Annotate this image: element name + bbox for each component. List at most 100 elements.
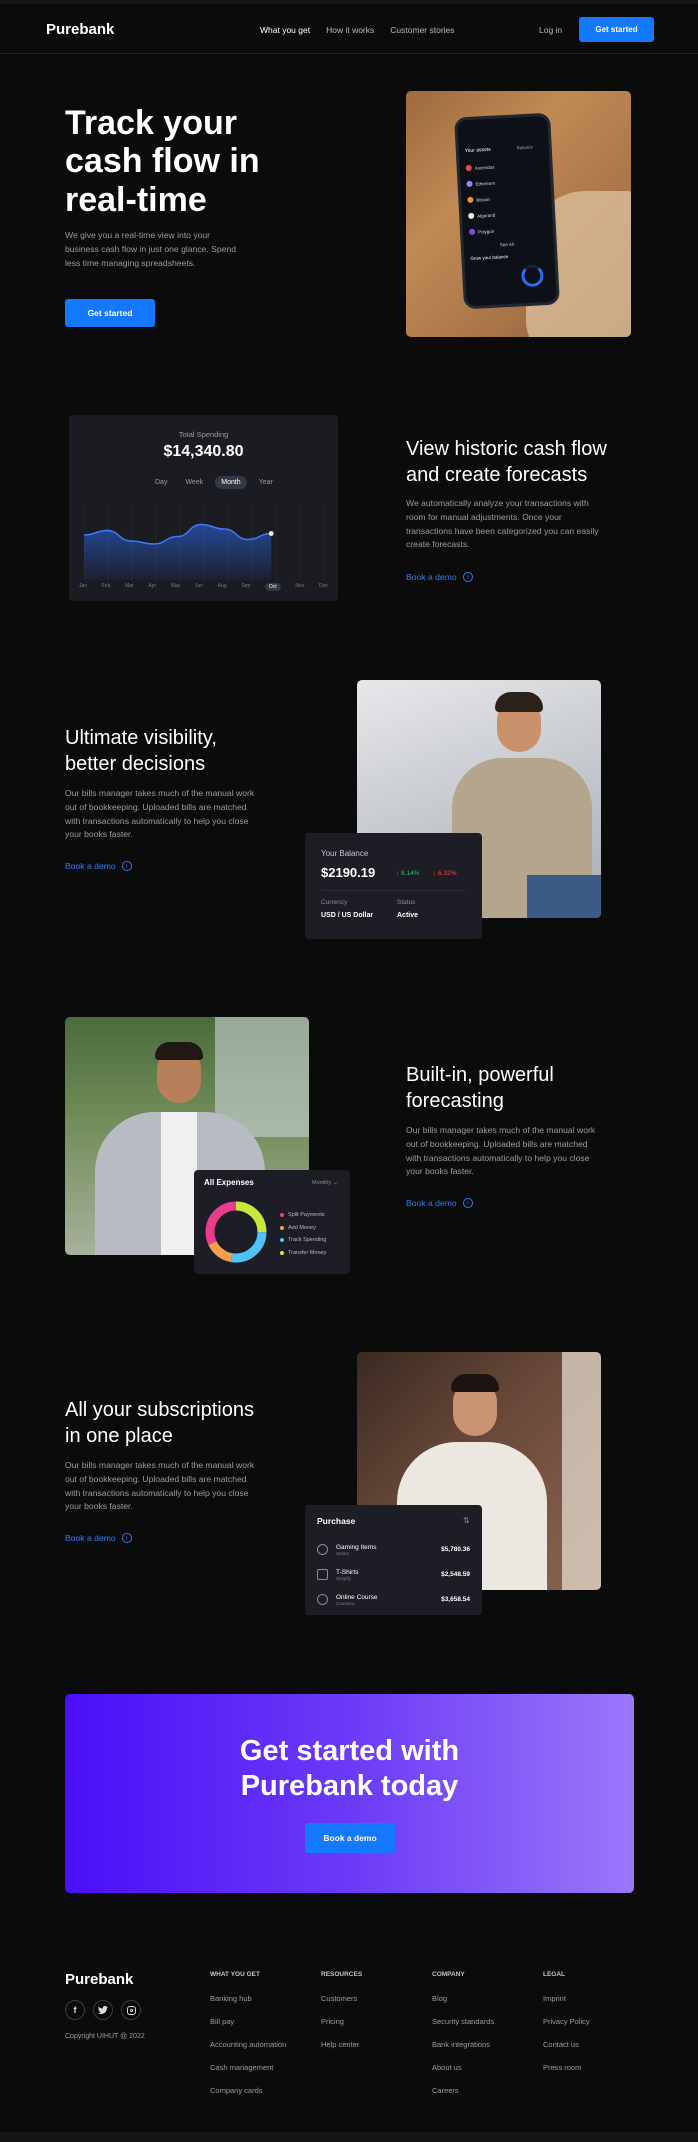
footer-link[interactable]: About us	[432, 2063, 543, 2086]
person-hair	[155, 1042, 203, 1060]
phone-asset-list: Ascendos Ethereum Bitcoin Algorand Polyg…	[465, 156, 549, 240]
subscriptions-body: Our bills manager takes much of the manu…	[65, 1460, 255, 1512]
footer-link[interactable]: Cash management	[210, 2063, 321, 2086]
purchase-item-source: Steam	[336, 1550, 350, 1556]
instagram-lens	[129, 2008, 133, 2012]
forecast-book-demo-link[interactable]: Book a demo ›	[406, 572, 473, 582]
subscriptions-book-demo-link[interactable]: Book a demo ›	[65, 1533, 132, 1543]
expenses-title: All Expenses	[204, 1178, 254, 1187]
month-tick-label[interactable]: Oct	[264, 583, 281, 591]
nav-how-it-works[interactable]: How it works	[326, 25, 374, 35]
ascendos-icon	[465, 164, 472, 172]
footer-link[interactable]: Pricing	[321, 2017, 432, 2040]
login-link[interactable]: Log in	[539, 25, 562, 35]
sort-icon[interactable]: ⇅	[463, 1516, 470, 1525]
period-tabs: Day Week Month Year	[149, 476, 279, 489]
tab-month[interactable]: Month	[215, 476, 247, 489]
legend-dot	[280, 1225, 284, 1230]
footer-link[interactable]: Accounting automation	[210, 2040, 321, 2063]
person-jeans	[527, 875, 601, 918]
balance-divider	[321, 890, 466, 891]
footer-link[interactable]: Bank integrations	[432, 2040, 543, 2063]
footer-column-company: COMPANY Blog Security standards Bank int…	[432, 1971, 543, 2109]
hero-body: We give you a real-time view into your b…	[65, 230, 237, 268]
month-tick-label[interactable]: Nov	[295, 583, 304, 591]
arrow-right-icon: ›	[121, 1533, 132, 1543]
month-tick-label[interactable]: Dec	[319, 583, 328, 591]
footer-link[interactable]: Help center	[321, 2040, 432, 2063]
footer-link[interactable]: Security standards	[432, 2017, 543, 2040]
purchase-item-source: Shopify	[336, 1575, 352, 1581]
person-shirt	[161, 1112, 197, 1255]
currency-label: Currency	[321, 899, 348, 906]
month-tick-label[interactable]: Jun	[195, 583, 203, 591]
phone-see-all[interactable]: See All	[500, 242, 514, 248]
clock-icon	[317, 1544, 328, 1555]
month-tick-label[interactable]: May	[171, 583, 180, 591]
footer-link[interactable]: Customers	[321, 1994, 432, 2017]
visibility-body: Our bills manager takes much of the manu…	[65, 788, 255, 840]
legend-item: Add Money	[280, 1222, 326, 1235]
visibility-book-demo-link[interactable]: Book a demo ›	[65, 861, 132, 871]
builtin-book-demo-link[interactable]: Book a demo ›	[406, 1198, 473, 1208]
footer-link[interactable]: Imprint	[543, 1994, 643, 2017]
tab-day[interactable]: Day	[149, 476, 173, 489]
phone-section-title: Your assets	[464, 146, 491, 155]
instagram-icon[interactable]	[121, 2000, 141, 2020]
builtin-body: Our bills manager takes much of the manu…	[406, 1125, 596, 1177]
balance-label: Your Balance	[321, 849, 369, 858]
footer-heading: WHAT YOU GET	[210, 1971, 260, 1978]
asset-row[interactable]: Polygon	[468, 220, 550, 240]
month-tick-label[interactable]: Sep	[241, 583, 250, 591]
facebook-icon[interactable]: f	[65, 2000, 85, 2020]
legend-item: Transfer Money	[280, 1247, 326, 1260]
month-tick-label[interactable]: Apr	[148, 583, 156, 591]
forecast-title: View historic cash flow and create forec…	[406, 438, 607, 486]
purchase-row[interactable]: T-Shirts Shopify $2,548.59	[317, 1562, 470, 1587]
footer-link[interactable]: Banking hub	[210, 1994, 321, 2017]
footer-link[interactable]: Company cards	[210, 2086, 321, 2109]
spending-current-point[interactable]	[268, 531, 274, 536]
twitter-icon[interactable]	[93, 2000, 113, 2020]
period-dropdown[interactable]: Monthly ⌄	[312, 1180, 338, 1186]
month-tick-label[interactable]: Aug	[218, 583, 227, 591]
social-icons: f	[65, 2000, 141, 2020]
footer-logo[interactable]: Purebank	[65, 1971, 133, 1988]
nav-customer-stories[interactable]: Customer stories	[390, 25, 454, 35]
tab-week[interactable]: Week	[179, 476, 209, 489]
nav-what-you-get[interactable]: What you get	[260, 25, 310, 35]
month-tick-label[interactable]: Feb	[102, 583, 111, 591]
bitcoin-icon	[467, 196, 474, 204]
footer-link[interactable]: Bill pay	[210, 2017, 321, 2040]
month-tick-label[interactable]: Mar	[125, 583, 134, 591]
logo[interactable]: Purebank	[46, 21, 114, 38]
expenses-donut	[205, 1201, 267, 1263]
legend-item: Track Spending	[280, 1234, 326, 1247]
footer-link[interactable]: Blog	[432, 1994, 543, 2017]
footer-link[interactable]: Contact us	[543, 2040, 643, 2063]
spending-area-chart	[84, 505, 324, 580]
footer-link[interactable]: Press room	[543, 2063, 643, 2086]
purchase-row[interactable]: Online Course Coursera $3,658.54	[317, 1587, 470, 1612]
phone-device: Your assets Balance Ascendos Ethereum Bi…	[454, 112, 560, 310]
arrow-right-icon: ›	[462, 1198, 473, 1208]
hero-title: Track your cash flow in real-time	[65, 104, 260, 219]
footer-heading: RESOURCES	[321, 1971, 363, 1978]
tab-year[interactable]: Year	[253, 476, 279, 489]
hero-get-started-button[interactable]: Get started	[65, 299, 155, 327]
purchase-row[interactable]: Gaming Items Steam $5,780.36	[317, 1537, 470, 1562]
copyright: Copyright UIHUT @ 2022	[65, 2033, 145, 2040]
header-get-started-button[interactable]: Get started	[579, 17, 654, 42]
month-tick-label[interactable]: Jan	[79, 583, 87, 591]
person-hair	[495, 692, 543, 712]
purchase-item-text: Online Course Coursera	[336, 1594, 441, 1606]
instagram-glyph	[126, 2005, 136, 2015]
course-icon	[317, 1594, 328, 1605]
cta-book-demo-button[interactable]: Book a demo	[305, 1823, 395, 1853]
window-light	[562, 1352, 601, 1590]
footer-heading: COMPANY	[432, 1971, 465, 1978]
footer-link[interactable]: Privacy Policy	[543, 2017, 643, 2040]
legend-dot	[280, 1238, 284, 1243]
footer-link[interactable]: Careers	[432, 2086, 543, 2109]
spending-amount: $14,340.80	[163, 443, 244, 460]
